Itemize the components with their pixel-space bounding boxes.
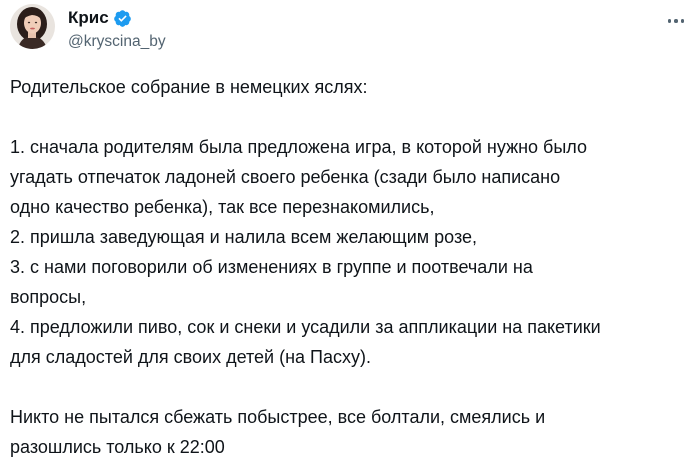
more-options-icon[interactable] [662, 12, 690, 30]
tweet-line: 2. пришла заведующая и налила всем желаю… [10, 227, 478, 247]
tweet-line: разошлись только к 22:00 [10, 437, 225, 457]
more-dot [680, 19, 685, 23]
tweet-line: угадать отпечаток ладоней своего ребенка… [10, 167, 561, 187]
tweet-text: Родительское собрание в немецких яслях: … [10, 72, 694, 462]
tweet-line: 1. сначала родителям была предложена игр… [10, 137, 588, 157]
tweet-card: Крис @kryscina_by Родительское собрание … [0, 0, 700, 457]
more-dot [674, 19, 678, 23]
tweet-line: вопросы, [10, 287, 87, 307]
verified-badge-icon [113, 9, 132, 28]
tweet-line: 3. с нами поговорили об изменениях в гру… [10, 257, 533, 277]
author-display-name[interactable]: Крис [68, 8, 109, 28]
user-avatar-photo-icon [10, 4, 55, 49]
author-name-row: Крис [68, 8, 132, 28]
tweet-line: Никто не пытался сбежать побыстрее, все … [10, 407, 546, 427]
tweet-line: для сладостей для своих детей (на Пасху)… [10, 347, 371, 367]
avatar[interactable] [10, 4, 55, 49]
more-dot [667, 19, 672, 23]
tweet-line: Родительское собрание в немецких яслях: [10, 77, 368, 97]
tweet-line: одно качество ребенка), так все перезнак… [10, 197, 435, 217]
tweet-line: 4. предложили пиво, сок и снеки и усадил… [10, 317, 601, 337]
author-handle[interactable]: @kryscina_by [68, 33, 166, 51]
